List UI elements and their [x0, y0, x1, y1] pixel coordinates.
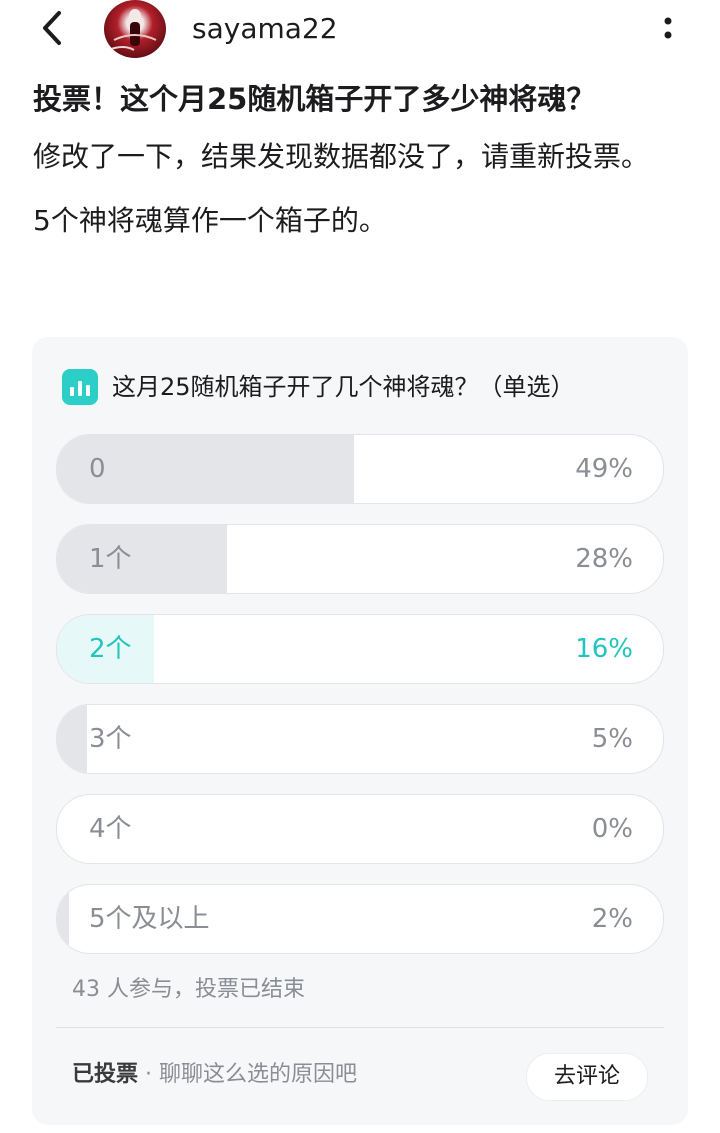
poll-option[interactable]: 2个 16% [56, 614, 664, 684]
poll-status: 43 人参与，投票已结束 [72, 977, 305, 1002]
poll-option-percent: 49% [575, 454, 633, 484]
poll-option-percent: 16% [575, 634, 633, 664]
poll-header: 这月25随机箱子开了几个神将魂？（单选） [62, 369, 575, 405]
poll-question: 这月25随机箱子开了几个神将魂？（单选） [112, 373, 575, 401]
poll-card: 这月25随机箱子开了几个神将魂？（单选） 0 49% 1个 28% 2个 16% 3个 5% 4… [32, 337, 688, 1125]
post-body: 修改了一下，结果发现数据都没了，请重新投票。 5个神将魂算作一个箱子的。 [33, 132, 653, 246]
comment-prompt[interactable]: 聊聊这么选的原因吧 [159, 1062, 357, 1087]
post-body-paragraph: 修改了一下，结果发现数据都没了，请重新投票。 [33, 140, 650, 173]
chevron-left-icon [43, 11, 61, 45]
comment-button[interactable]: 去评论 [526, 1053, 648, 1101]
poll-option[interactable]: 1个 28% [56, 524, 664, 594]
poll-option-label: 1个 [89, 544, 132, 574]
poll-option-label: 3个 [89, 724, 132, 754]
poll-option-fill [57, 885, 70, 953]
poll-option-percent: 5% [591, 724, 633, 754]
post-title: 投票！这个月25随机箱子开了多少神将魂？ [33, 82, 596, 116]
poll-option-fill [57, 525, 227, 593]
poll-option[interactable]: 5个及以上 2% [56, 884, 664, 954]
back-button[interactable] [30, 6, 74, 50]
poll-option-label: 4个 [89, 814, 132, 844]
bar-chart-icon [62, 369, 98, 405]
poll-options: 0 49% 1个 28% 2个 16% 3个 5% 4个 0% 5个及以上 2% [56, 434, 664, 974]
poll-option-label: 5个及以上 [89, 904, 210, 934]
poll-option-percent: 2% [591, 904, 633, 934]
more-options-button[interactable] [650, 8, 686, 48]
poll-option-fill [57, 705, 88, 773]
avatar-figure [107, 9, 157, 51]
poll-option-label: 2个 [89, 634, 132, 664]
top-bar: sayama22 [0, 0, 720, 62]
vertical-ellipsis-icon [664, 17, 672, 39]
poll-option[interactable]: 3个 5% [56, 704, 664, 774]
voted-label: 已投票 [72, 1062, 139, 1087]
poll-option[interactable]: 0 49% [56, 434, 664, 504]
poll-option-percent: 28% [575, 544, 633, 574]
divider [56, 1027, 664, 1028]
poll-footer: 已投票 · 聊聊这么选的原因吧 [72, 1059, 357, 1091]
avatar[interactable] [104, 0, 166, 58]
poll-option[interactable]: 4个 0% [56, 794, 664, 864]
poll-option-label: 0 [89, 454, 106, 484]
separator-dot: · [138, 1062, 159, 1087]
username[interactable]: sayama22 [192, 10, 338, 48]
post-body-paragraph: 5个神将魂算作一个箱子的。 [33, 204, 387, 237]
poll-option-percent: 0% [591, 814, 633, 844]
